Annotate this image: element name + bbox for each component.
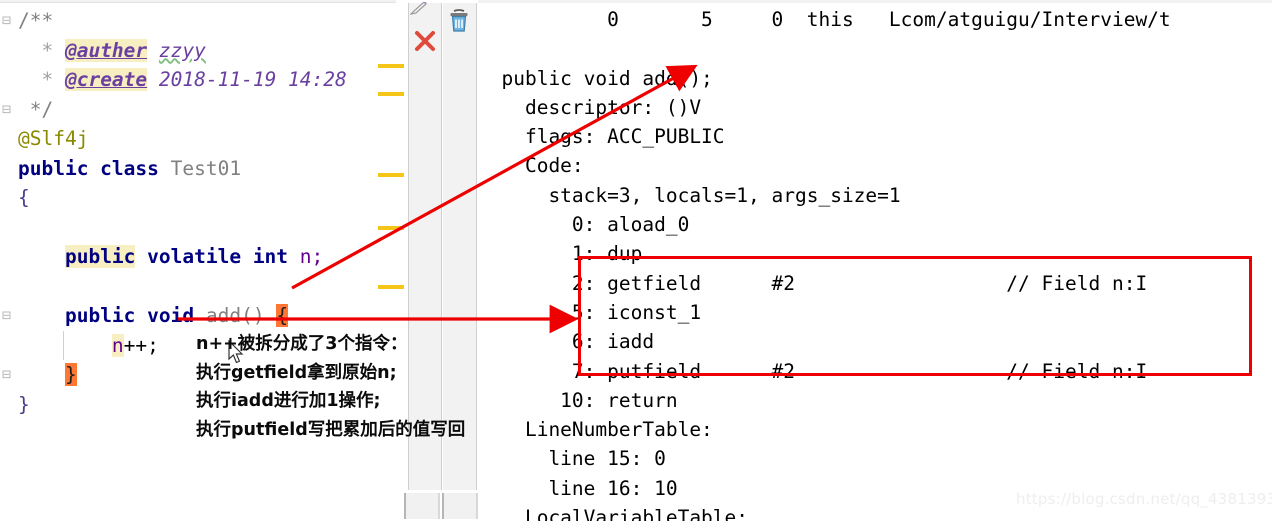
code-line-content: * @auther zzyy: [18, 38, 206, 62]
warning-tick-mark[interactable]: [378, 64, 404, 68]
bytecode-line: 0 5 0 this Lcom/atguigu/Interview/t: [478, 8, 1171, 31]
code-token: *: [18, 38, 65, 62]
annotation-note-line: 执行iadd进行加1操作;: [196, 391, 381, 411]
warning-tick-mark[interactable]: [378, 226, 404, 230]
warning-tick-mark[interactable]: [378, 173, 404, 177]
code-line[interactable]: * @create 2018-11-19 14:28: [0, 65, 396, 95]
code-line-content: * @create 2018-11-19 14:28: [18, 68, 347, 91]
code-line-content: */: [18, 97, 54, 121]
annotation-notes: n++被拆分成了3个指令： 执行getfield拿到原始n; 执行iadd进行加1操…: [196, 330, 465, 444]
bytecode-line: 2: getfield #2 // Field n:I: [478, 271, 1148, 295]
close-x-icon[interactable]: [412, 28, 438, 54]
bytecode-line: [478, 34, 1272, 63]
code-token: volatile int: [135, 245, 300, 268]
code-line-content: public class Test01: [18, 157, 241, 180]
bytecode-line: flags: ACC_PUBLIC: [478, 125, 725, 149]
code-line-content: [18, 216, 30, 239]
code-token: public void: [64, 304, 206, 327]
screenshot-root: ⊟ /** * @auther zzyy * @create 2018-11-19…: [0, 0, 1272, 521]
code-line[interactable]: ⊟ /**: [0, 6, 396, 36]
bytecode-line: LineNumberTable:: [478, 418, 713, 442]
code-fold-icon[interactable]: ⊟: [2, 301, 11, 331]
warning-tick-mark[interactable]: [378, 92, 404, 96]
code-line[interactable]: public volatile int n;: [0, 242, 396, 272]
code-line[interactable]: [0, 213, 396, 243]
bottom-panel-left[interactable]: [404, 493, 440, 519]
code-line-content: @Slf4j: [18, 127, 88, 150]
warning-tick-mark[interactable]: [378, 285, 404, 289]
bytecode-line: 6: iadd: [478, 330, 655, 354]
bytecode-line: 0: aload_0: [478, 213, 690, 237]
code-line[interactable]: @Slf4j: [0, 124, 396, 154]
code-token: {: [18, 186, 30, 209]
code-token: @auther: [64, 38, 148, 62]
code-line[interactable]: [0, 272, 396, 302]
code-fold-icon[interactable]: ⊟: [2, 360, 11, 390]
code-token: /**: [18, 9, 54, 32]
pencil-icon[interactable]: [410, 2, 432, 16]
code-line-content: }: [18, 363, 77, 386]
bytecode-line: 10: return: [478, 388, 678, 412]
code-token: 2018-11-19 14:28: [158, 68, 347, 91]
code-token: n;: [299, 245, 324, 268]
bytecode-line: 5: iconst_1: [478, 300, 702, 324]
code-line-content: n++;: [18, 333, 159, 357]
code-line-content: public volatile int n;: [18, 245, 323, 268]
bytecode-text[interactable]: 0 5 0 this Lcom/atguigu/Interview/t publ…: [478, 5, 1272, 521]
code-token: }: [64, 363, 77, 386]
code-line[interactable]: * @auther zzyy: [0, 36, 396, 66]
bottom-panel-right[interactable]: [442, 493, 478, 519]
bytecode-line: 7: putfield #2 // Field n:I: [478, 359, 1148, 383]
code-line-content: [18, 275, 30, 298]
code-line-content: /**: [18, 9, 53, 32]
bytecode-line: 1: dup: [478, 242, 643, 266]
code-line[interactable]: ⊟ */: [0, 95, 396, 125]
code-token: add(): [205, 304, 265, 327]
code-line-content: public void add() {: [18, 304, 289, 327]
code-line[interactable]: {: [0, 183, 396, 213]
code-token: zzyy: [158, 38, 206, 62]
trash-icon[interactable]: [446, 8, 472, 34]
javap-output-pane[interactable]: 0 5 0 this Lcom/atguigu/Interview/t publ…: [478, 0, 1272, 521]
editor-top-border: [0, 0, 396, 3]
code-token: */: [18, 97, 54, 121]
annotation-note-line: n++被拆分成了3个指令：: [196, 334, 408, 354]
code-token: public: [64, 245, 136, 268]
code-token: {: [276, 304, 289, 327]
code-token: public class: [18, 156, 171, 180]
bytecode-line: stack=3, locals=1, args_size=1: [478, 183, 901, 207]
code-line-content: {: [18, 186, 30, 209]
code-line[interactable]: ⊟ public void add() {: [0, 301, 396, 331]
code-token: @create: [64, 68, 148, 91]
code-token: @Slf4j: [18, 127, 89, 150]
indent-guide: [63, 330, 64, 360]
code-line[interactable]: public class Test01: [0, 154, 396, 184]
code-token: *: [18, 68, 65, 91]
bytecode-line: public void add();: [478, 66, 713, 90]
code-line-content: }: [18, 393, 30, 416]
code-token: Test01: [170, 156, 242, 180]
bytecode-line: Code:: [478, 154, 584, 178]
bytecode-top-border: [478, 0, 1272, 3]
code-fold-icon[interactable]: ⊟: [2, 95, 11, 125]
code-token: n: [111, 333, 124, 357]
code-token: }: [18, 392, 30, 416]
code-fold-icon[interactable]: ⊟: [2, 6, 11, 36]
bytecode-line: descriptor: ()V: [478, 95, 702, 119]
bytecode-line: line 15: 0: [478, 447, 666, 471]
annotation-note-line: 执行getfield拿到原始n;: [196, 362, 397, 383]
code-token: ++;: [123, 333, 159, 357]
annotation-note-line: 执行putfield写把累加后的值写回: [196, 419, 466, 440]
watermark-text: https://blog.csdn.net/qq_43813937: [1016, 490, 1272, 508]
